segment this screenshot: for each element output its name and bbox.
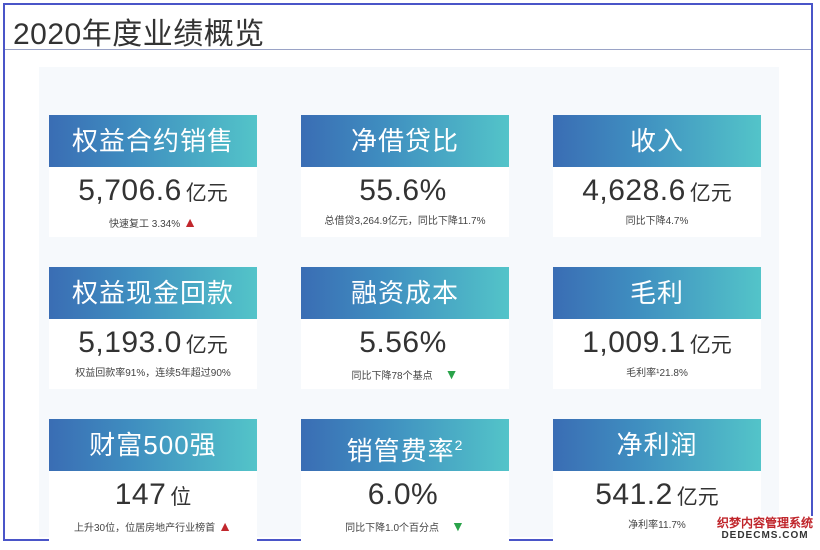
metric-card-gross-profit: 毛利 1,009.1 亿元 毛利率¹21.8% — [553, 267, 761, 389]
card-unit: 亿元 — [185, 182, 228, 205]
card-value: 6.0% — [367, 478, 439, 511]
card-value: 5,706.6 — [78, 174, 182, 207]
card-value: 1,009.1 — [582, 326, 686, 359]
card-unit: 亿元 — [185, 334, 228, 357]
card-title: 融资成本 — [301, 267, 509, 319]
card-note: 净利率11.7% — [628, 520, 686, 531]
metric-card-cash-collection: 权益现金回款 5,193.0 亿元 权益回款率91%，连续5年超过90% — [49, 267, 257, 389]
card-title: 销管费率 — [346, 436, 455, 466]
card-value: 5.56% — [359, 326, 447, 359]
card-title: 收入 — [553, 115, 761, 167]
card-note: 快速复工 3.34% — [109, 219, 181, 230]
card-note: 总借贷3,264.9亿元，同比下降11.7% — [324, 216, 486, 227]
card-title: 净借贷比 — [301, 115, 509, 167]
card-title-container: 销管费率2 — [301, 419, 509, 471]
card-note: 毛利率¹21.8% — [626, 368, 688, 379]
down-arrow-icon: ▼ — [444, 366, 459, 382]
card-title-superscript: 2 — [454, 437, 464, 453]
card-unit: 亿元 — [689, 334, 732, 357]
card-unit: 亿元 — [676, 486, 719, 509]
card-body: 6.0% 同比下降1.0个百分点 ▼ — [301, 471, 509, 541]
card-body: 55.6% 总借贷3,264.9亿元，同比下降11.7% — [301, 167, 509, 237]
card-title: 权益合约销售 — [49, 115, 257, 167]
card-unit: 位 — [170, 486, 192, 509]
card-note: 上升30位，位居房地产行业榜首 — [74, 523, 216, 534]
card-title: 财富500强 — [49, 419, 257, 471]
down-arrow-icon: ▼ — [451, 518, 465, 534]
slide-frame: 2020年度业绩概览 权益合约销售 5,706.6 亿元 快速复工 3.34% ▲ … — [3, 3, 813, 541]
card-note: 同比下降1.0个百分点 — [345, 523, 440, 534]
card-value: 541.2 — [595, 478, 673, 511]
metric-card-revenue: 收入 4,628.6 亿元 同比下降4.7% — [553, 115, 761, 237]
title-bar: 2020年度业绩概览 — [5, 5, 811, 51]
metrics-panel: 权益合约销售 5,706.6 亿元 快速复工 3.34% ▲ 净借贷比 55.6% … — [39, 67, 779, 541]
card-note: 权益回款率91%，连续5年超过90% — [75, 368, 231, 379]
metric-card-equity-sales: 权益合约销售 5,706.6 亿元 快速复工 3.34% ▲ — [49, 115, 257, 237]
card-title: 权益现金回款 — [49, 267, 257, 319]
card-value: 4,628.6 — [582, 174, 686, 207]
metric-card-financing-cost: 融资成本 5.56% 同比下降78个基点 ▼ — [301, 267, 509, 389]
up-arrow-icon: ▲ — [183, 214, 197, 230]
card-body: 4,628.6 亿元 同比下降4.7% — [553, 167, 761, 237]
metric-card-net-gearing: 净借贷比 55.6% 总借贷3,264.9亿元，同比下降11.7% — [301, 115, 509, 237]
card-unit: 亿元 — [689, 182, 732, 205]
card-note: 同比下降4.7% — [625, 216, 689, 227]
watermark-logo: 织梦内容管理系统 DEDECMS.COM — [716, 516, 814, 542]
card-body: 5,193.0 亿元 权益回款率91%，连续5年超过90% — [49, 319, 257, 389]
card-value: 5,193.0 — [78, 326, 182, 359]
card-title: 净利润 — [553, 419, 761, 471]
card-body: 5.56% 同比下降78个基点 ▼ — [301, 319, 509, 389]
card-note: 同比下降78个基点 — [351, 371, 433, 382]
card-body: 1,009.1 亿元 毛利率¹21.8% — [553, 319, 761, 389]
metric-card-fortune-500: 财富500强 147 位 上升30位，位居房地产行业榜首 ▲ — [49, 419, 257, 541]
watermark-text-cn: 织梦内容管理系统 — [716, 516, 813, 530]
card-value: 147 — [114, 478, 167, 511]
card-title: 毛利 — [553, 267, 761, 319]
card-value: 55.6% — [359, 174, 447, 207]
watermark-text-en: DEDECMS.COM — [721, 530, 809, 541]
card-body: 5,706.6 亿元 快速复工 3.34% ▲ — [49, 167, 257, 237]
up-arrow-icon: ▲ — [218, 518, 232, 534]
page-title: 2020年度业绩概览 — [13, 18, 265, 51]
metric-card-sga-ratio: 销管费率2 6.0% 同比下降1.0个百分点 ▼ — [301, 419, 509, 541]
card-body: 147 位 上升30位，位居房地产行业榜首 ▲ — [49, 471, 257, 541]
